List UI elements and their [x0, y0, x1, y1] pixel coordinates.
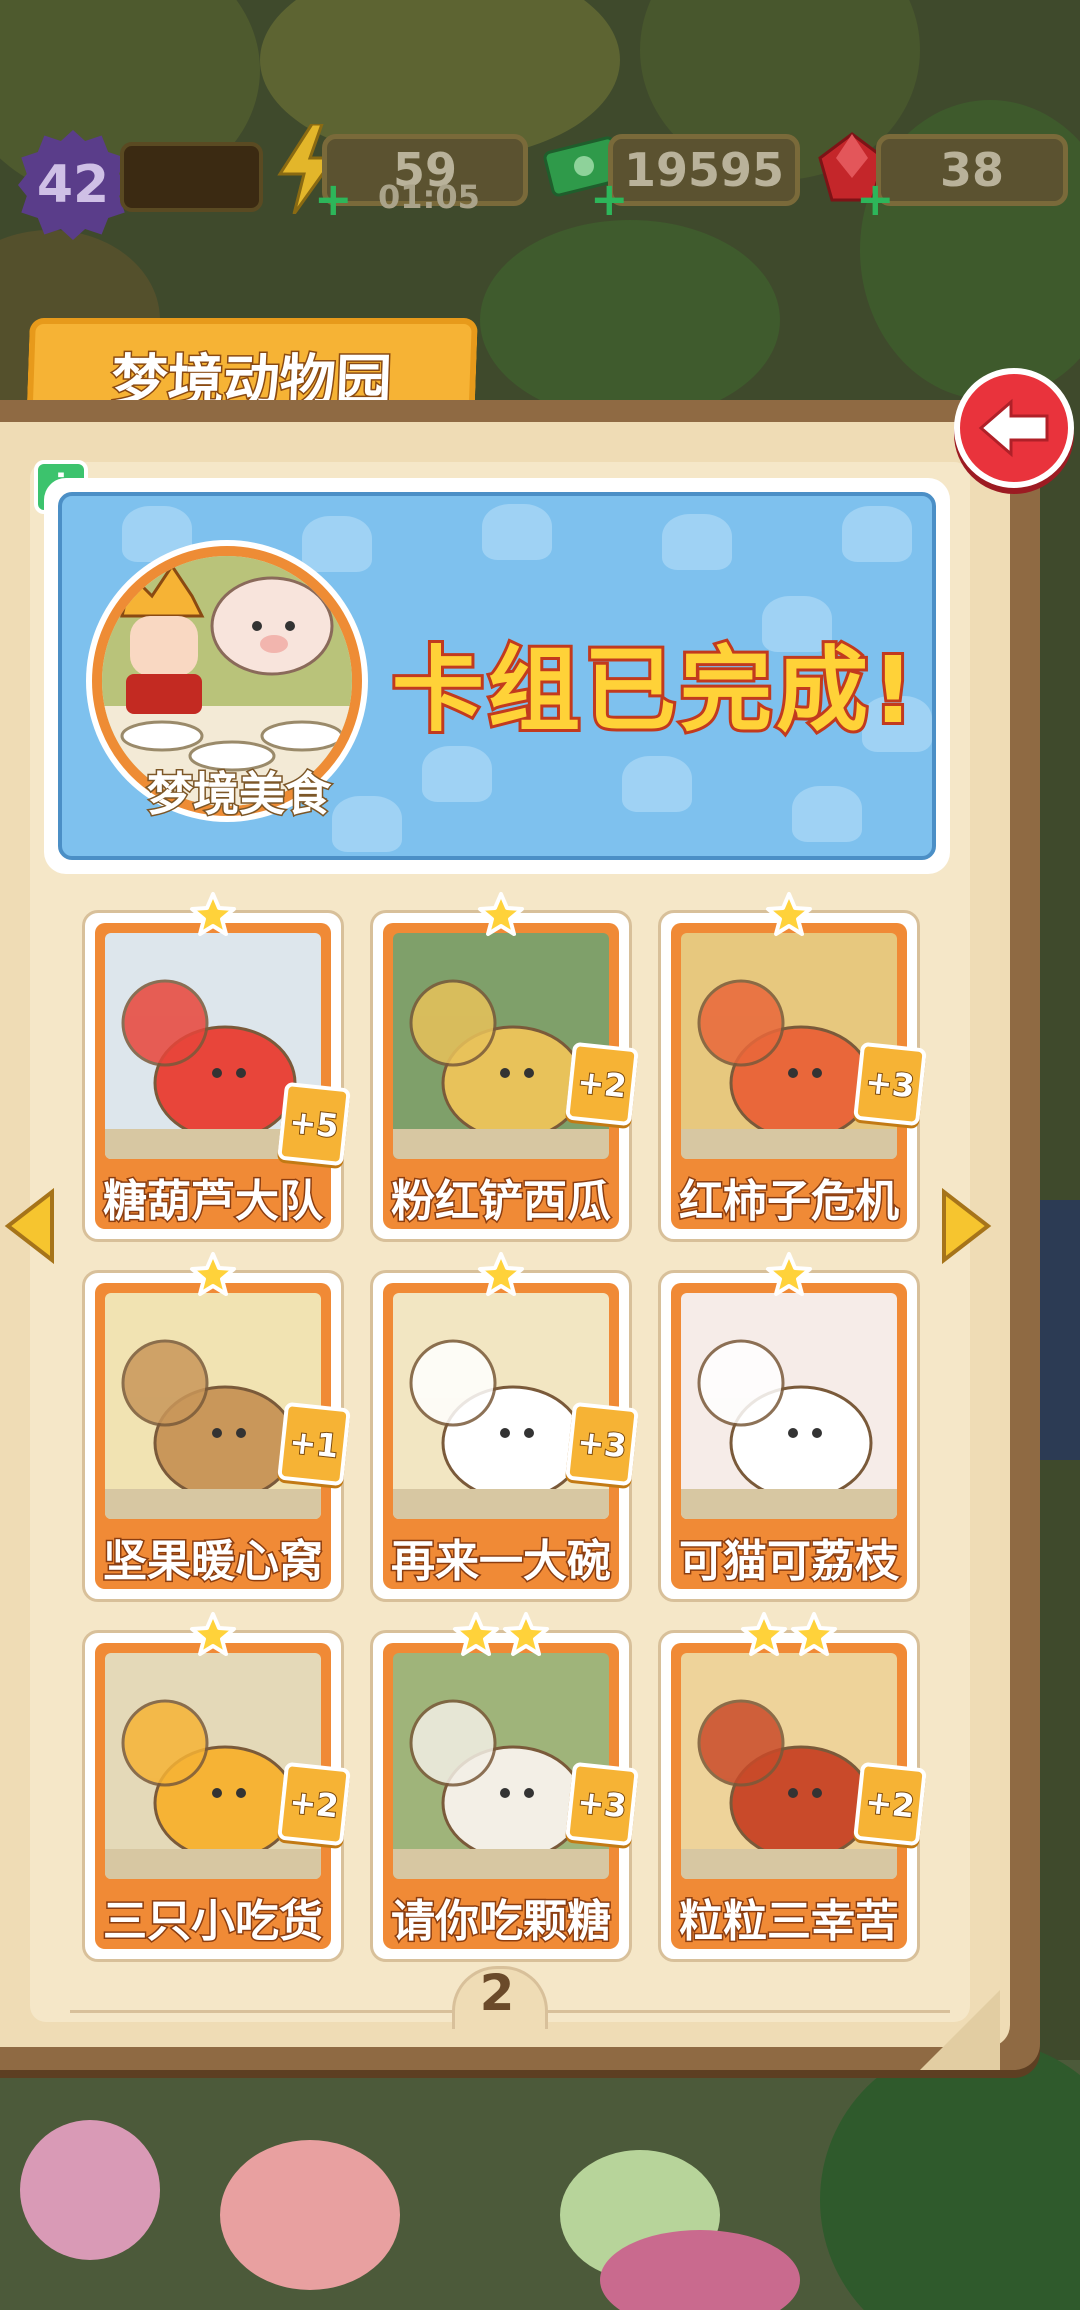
card-name: 三只小吃货	[102, 1895, 325, 1949]
card-name: 再来一大碗	[390, 1535, 613, 1589]
star-icon	[741, 1612, 787, 1656]
star-icon	[453, 1612, 499, 1656]
resource-bar: 42 59 + 01:05 19595 + 38 +	[0, 120, 1080, 240]
card-stars	[85, 1611, 341, 1659]
chevron-right-icon[interactable]	[940, 1188, 992, 1264]
star-icon	[791, 1612, 837, 1656]
level-value: 42	[36, 155, 110, 215]
card-duplicate-count: +3	[565, 1761, 639, 1847]
card-name: 红柿子危机	[678, 1175, 901, 1229]
card-duplicate-count: +2	[565, 1041, 639, 1127]
xp-bar	[120, 142, 263, 212]
chevron-left-icon[interactable]	[4, 1188, 56, 1264]
card-stars	[85, 891, 341, 939]
collection-card[interactable]: 糖葫芦大队 +5	[82, 892, 351, 1242]
cash-value: 19595	[623, 143, 785, 197]
card-name: 糖葫芦大队	[102, 1175, 325, 1229]
level-badge-icon[interactable]: 42	[18, 130, 128, 240]
card-name: 请你吃颗糖	[390, 1895, 613, 1949]
card-duplicate-count: +2	[277, 1761, 351, 1847]
set-complete-text: 卡组已完成!	[389, 634, 918, 747]
collection-card[interactable]: 粒粒三幸苦 +2	[658, 1612, 927, 1962]
star-icon	[503, 1612, 549, 1656]
collection-card[interactable]: 粉红铲西瓜 +2	[370, 892, 639, 1242]
card-name: 可猫可荔枝	[678, 1535, 901, 1589]
cash-counter: 19595	[608, 134, 800, 206]
star-icon	[190, 1612, 236, 1656]
card-stars	[661, 1251, 917, 1299]
add-energy-button[interactable]: +	[314, 176, 353, 222]
card-stars	[661, 1611, 917, 1659]
card-name: 粒粒三幸苦	[678, 1895, 901, 1949]
card-stars	[373, 1611, 629, 1659]
card-name: 坚果暖心窝	[102, 1535, 325, 1589]
card-duplicate-count: +3	[565, 1401, 639, 1487]
card-duplicate-count: +5	[277, 1081, 351, 1167]
star-icon	[190, 1252, 236, 1296]
gems-counter: 38	[876, 134, 1068, 206]
card-duplicate-count: +2	[853, 1761, 927, 1847]
add-cash-button[interactable]: +	[590, 176, 629, 222]
star-icon	[766, 1252, 812, 1296]
energy-timer: 01:05	[378, 178, 480, 216]
collection-card[interactable]: 再来一大碗 +3	[370, 1252, 639, 1602]
star-icon	[478, 892, 524, 936]
card-face: 可猫可荔枝	[671, 1283, 907, 1589]
collection-card[interactable]: 请你吃颗糖 +3	[370, 1612, 639, 1962]
star-icon	[478, 1252, 524, 1296]
collection-card[interactable]: 三只小吃货 +2	[82, 1612, 351, 1962]
card-duplicate-count: +1	[277, 1401, 351, 1487]
add-gems-button[interactable]: +	[856, 176, 895, 222]
card-name: 粉红铲西瓜	[390, 1175, 613, 1229]
collection-card[interactable]: 坚果暖心窝 +1	[82, 1252, 351, 1602]
card-stars	[373, 1251, 629, 1299]
banner-background: 梦境美食 卡组已完成!	[58, 492, 936, 860]
set-name: 梦境美食	[146, 766, 333, 823]
back-arrow-icon	[978, 398, 1049, 458]
card-stars	[85, 1251, 341, 1299]
star-icon	[190, 892, 236, 936]
card-art	[681, 1293, 897, 1519]
collection-card[interactable]: 可猫可荔枝	[658, 1252, 920, 1602]
card-face: 糖葫芦大队	[95, 923, 331, 1229]
set-complete-banner: 梦境美食 卡组已完成!	[44, 478, 950, 874]
card-stars	[661, 891, 917, 939]
collection-card[interactable]: 红柿子危机 +3	[658, 892, 927, 1242]
gems-value: 38	[939, 143, 1004, 197]
card-stars	[373, 891, 629, 939]
star-icon	[766, 892, 812, 936]
back-button[interactable]	[954, 368, 1074, 488]
page-number: 2	[479, 1964, 515, 2022]
card-duplicate-count: +3	[853, 1041, 927, 1127]
